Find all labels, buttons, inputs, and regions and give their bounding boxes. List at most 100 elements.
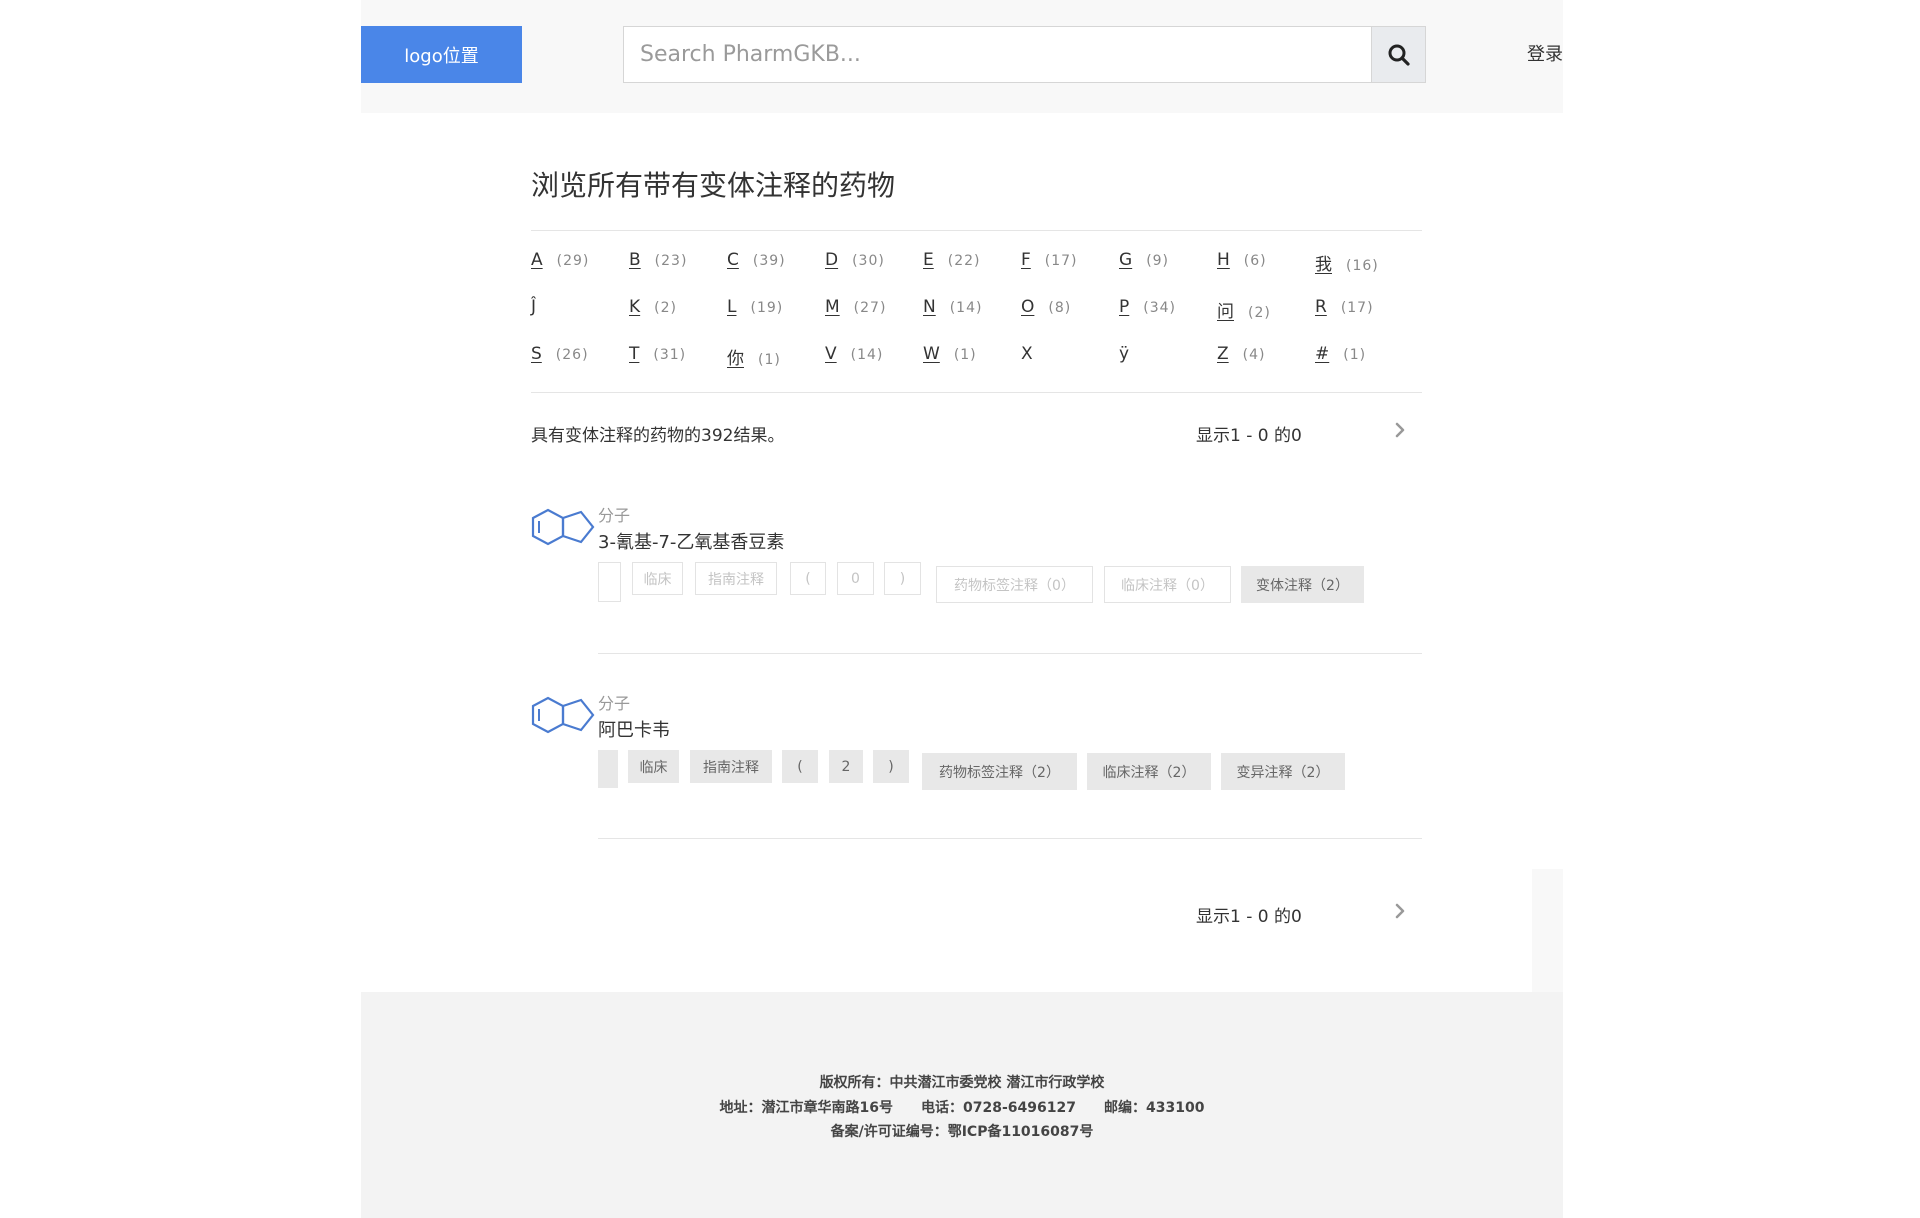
alphabet-item[interactable]: O (8) bbox=[1021, 297, 1071, 317]
alphabet-item[interactable]: 问 (2) bbox=[1217, 297, 1271, 322]
divider bbox=[598, 838, 1422, 839]
alphabet-count: (4) bbox=[1242, 347, 1266, 363]
alphabet-letter[interactable]: C bbox=[727, 250, 739, 270]
alphabet-item[interactable]: G (9) bbox=[1119, 250, 1169, 270]
alphabet-letter[interactable]: R bbox=[1315, 297, 1327, 317]
molecule-type: 分子 bbox=[598, 506, 631, 525]
alphabet-item[interactable]: W (1) bbox=[923, 344, 977, 364]
login-link[interactable]: 登录 bbox=[1527, 40, 1563, 66]
alphabet-item[interactable]: 你 (1) bbox=[727, 344, 781, 369]
alphabet-count: (26) bbox=[555, 347, 589, 363]
alphabet-letter[interactable]: W bbox=[923, 344, 940, 364]
alphabet-letter[interactable]: E bbox=[923, 250, 934, 270]
alphabet-item[interactable]: F (17) bbox=[1021, 250, 1078, 270]
alphabet-count: (9) bbox=[1146, 253, 1170, 269]
alphabet-letter[interactable]: N bbox=[923, 297, 936, 317]
alphabet-item[interactable]: 我 (16) bbox=[1315, 250, 1379, 275]
alphabet-letter[interactable]: Z bbox=[1217, 344, 1229, 364]
molecule-name[interactable]: 3-氰基-7-乙氧基香豆素 bbox=[598, 528, 784, 554]
divider bbox=[531, 392, 1422, 393]
results-summary: 具有变体注释的药物的392结果。 bbox=[531, 426, 785, 446]
pagination-text: 显示1 - 0 的0 bbox=[1196, 426, 1302, 446]
alphabet-row: Ĵ K (2) L (19) M (27) N (14) O (8) P (34) 问 (2)… bbox=[531, 297, 1422, 344]
molecule-name[interactable]: 阿巴卡韦 bbox=[598, 716, 670, 742]
chevron-right-icon[interactable] bbox=[1391, 902, 1409, 920]
annotation-tag[interactable]: 临床 bbox=[632, 562, 683, 595]
alphabet-item[interactable]: L (19) bbox=[727, 297, 783, 317]
alphabet-item[interactable]: S (26) bbox=[531, 344, 589, 364]
annotation-tag bbox=[598, 750, 618, 788]
divider bbox=[531, 230, 1422, 231]
alphabet-letter[interactable]: P bbox=[1119, 297, 1129, 317]
alphabet-item[interactable]: D (30) bbox=[825, 250, 885, 270]
search-button[interactable] bbox=[1371, 26, 1426, 83]
annotation-tag[interactable]: 临床注释（2） bbox=[1087, 753, 1211, 790]
alphabet-item: Ĵ bbox=[531, 297, 550, 317]
side-strip bbox=[1532, 869, 1563, 992]
annotation-tag[interactable]: 临床注释（0） bbox=[1104, 566, 1231, 603]
alphabet-count: (1) bbox=[953, 347, 977, 363]
search-bar bbox=[623, 26, 1426, 83]
annotation-tag: 2 bbox=[829, 750, 863, 783]
annotation-tag[interactable]: 指南注释 bbox=[690, 750, 772, 783]
alphabet-letter[interactable]: G bbox=[1119, 250, 1132, 270]
annotation-tag: ( bbox=[790, 562, 826, 595]
alphabet-letter[interactable]: # bbox=[1315, 344, 1329, 364]
alphabet-item[interactable]: M (27) bbox=[825, 297, 886, 317]
alphabet-letter[interactable]: 你 bbox=[727, 344, 744, 369]
alphabet-letter[interactable]: T bbox=[629, 344, 639, 364]
alphabet-item[interactable]: E (22) bbox=[923, 250, 981, 270]
alphabet-letter[interactable]: F bbox=[1021, 250, 1031, 270]
annotation-tag[interactable]: 指南注释 bbox=[695, 562, 777, 595]
annotation-tag[interactable]: 药物标签注释（2） bbox=[922, 753, 1077, 790]
alphabet-letter[interactable]: H bbox=[1217, 250, 1230, 270]
alphabet-item[interactable]: Z (4) bbox=[1217, 344, 1266, 364]
alphabet-count: (1) bbox=[758, 352, 781, 368]
alphabet-item[interactable]: C (39) bbox=[727, 250, 786, 270]
alphabet-letter[interactable]: B bbox=[629, 250, 641, 270]
alphabet-count: (17) bbox=[1340, 300, 1374, 316]
alphabet-count: (17) bbox=[1044, 253, 1078, 269]
annotation-tag[interactable]: 变异注释（2） bbox=[1221, 753, 1345, 790]
alphabet-item[interactable]: H (6) bbox=[1217, 250, 1267, 270]
pagination-text: 显示1 - 0 的0 bbox=[1196, 907, 1302, 927]
alphabet-item[interactable]: B (23) bbox=[629, 250, 687, 270]
alphabet-item[interactable]: K (2) bbox=[629, 297, 677, 317]
alphabet-item[interactable]: T (31) bbox=[629, 344, 686, 364]
alphabet-count: (31) bbox=[653, 347, 687, 363]
annotation-tag: ) bbox=[873, 750, 909, 783]
alphabet-filter: A (29) B (23) C (39) D (30) E (22) F (17) G (9)… bbox=[531, 250, 1422, 391]
alphabet-count: (19) bbox=[750, 300, 784, 316]
alphabet-count: (6) bbox=[1243, 253, 1267, 269]
alphabet-count: (29) bbox=[556, 253, 590, 269]
footer-license: 备案/许可证编号：鄂ICP备11016087号 bbox=[830, 1124, 1094, 1140]
annotation-tag bbox=[598, 562, 621, 602]
logo[interactable]: logo位置 bbox=[361, 26, 522, 83]
alphabet-letter[interactable]: S bbox=[531, 344, 542, 364]
annotation-tag[interactable]: 药物标签注释（0） bbox=[936, 566, 1093, 603]
molecule-icon[interactable] bbox=[531, 508, 597, 548]
alphabet-letter[interactable]: O bbox=[1021, 297, 1034, 317]
alphabet-count: (8) bbox=[1048, 300, 1072, 316]
alphabet-item[interactable]: N (14) bbox=[923, 297, 982, 317]
alphabet-letter[interactable]: M bbox=[825, 297, 840, 317]
alphabet-item[interactable]: P (34) bbox=[1119, 297, 1176, 317]
alphabet-item[interactable]: A (29) bbox=[531, 250, 589, 270]
annotation-tag[interactable]: 变体注释（2） bbox=[1241, 566, 1364, 603]
alphabet-count: (14) bbox=[850, 347, 884, 363]
alphabet-letter[interactable]: A bbox=[531, 250, 543, 270]
alphabet-letter[interactable]: V bbox=[825, 344, 837, 364]
alphabet-item[interactable]: # (1) bbox=[1315, 344, 1366, 364]
annotation-tag[interactable]: 临床 bbox=[628, 750, 679, 783]
alphabet-letter[interactable]: K bbox=[629, 297, 640, 317]
alphabet-letter[interactable]: 我 bbox=[1315, 250, 1332, 275]
alphabet-letter[interactable]: L bbox=[727, 297, 736, 317]
alphabet-letter[interactable]: D bbox=[825, 250, 838, 270]
molecule-icon[interactable] bbox=[531, 696, 597, 736]
search-input[interactable] bbox=[623, 26, 1371, 83]
alphabet-count: (22) bbox=[947, 253, 981, 269]
alphabet-item[interactable]: R (17) bbox=[1315, 297, 1374, 317]
chevron-right-icon[interactable] bbox=[1391, 421, 1409, 439]
alphabet-letter[interactable]: 问 bbox=[1217, 297, 1234, 322]
alphabet-item[interactable]: V (14) bbox=[825, 344, 883, 364]
